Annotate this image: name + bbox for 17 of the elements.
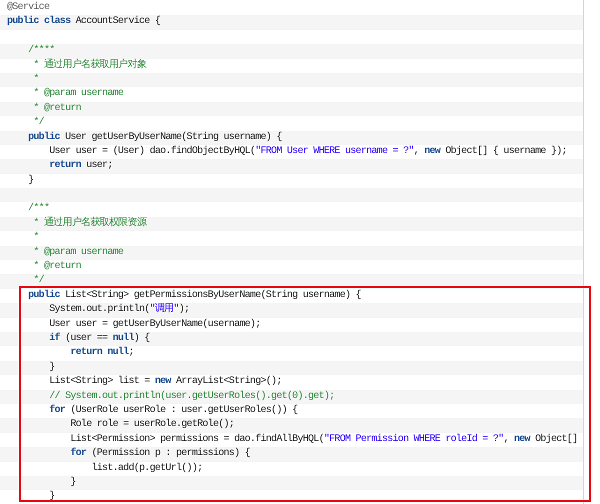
code-line: list.add(p.getUrl());	[90, 462, 204, 476]
code-line: /***	[27, 202, 50, 216]
code-line: * @return	[32, 260, 82, 274]
code-line: @Service	[6, 1, 50, 15]
code-line: *	[32, 231, 40, 246]
code-line: public List<String> getPermissionsByUserName(String username) {	[27, 288, 362, 303]
code-line: */	[32, 116, 45, 130]
code-line: }	[27, 174, 34, 188]
code-line: User user = getUserByUserName(username);	[48, 318, 262, 332]
code-line: List<String> list = new ArrayList<String>();	[48, 375, 283, 390]
code-line: for (UserRole userRole : user.getUserRoles()) {	[48, 404, 298, 418]
code-line: User user = (User) dao.findObjectByHQL("FROM User WHERE username = ?", new Object[] { username });	[48, 144, 568, 159]
code-line: List<Permission> permissions = dao.findAllByHQL("FROM Permission WHERE roleId = ?", new Object[]	[69, 432, 578, 447]
code-line: }	[48, 490, 56, 504]
code-line: return null;	[69, 346, 135, 360]
code-line: * 通过用户名获取用户对象	[32, 58, 148, 73]
code-line: * @param username	[32, 87, 124, 102]
